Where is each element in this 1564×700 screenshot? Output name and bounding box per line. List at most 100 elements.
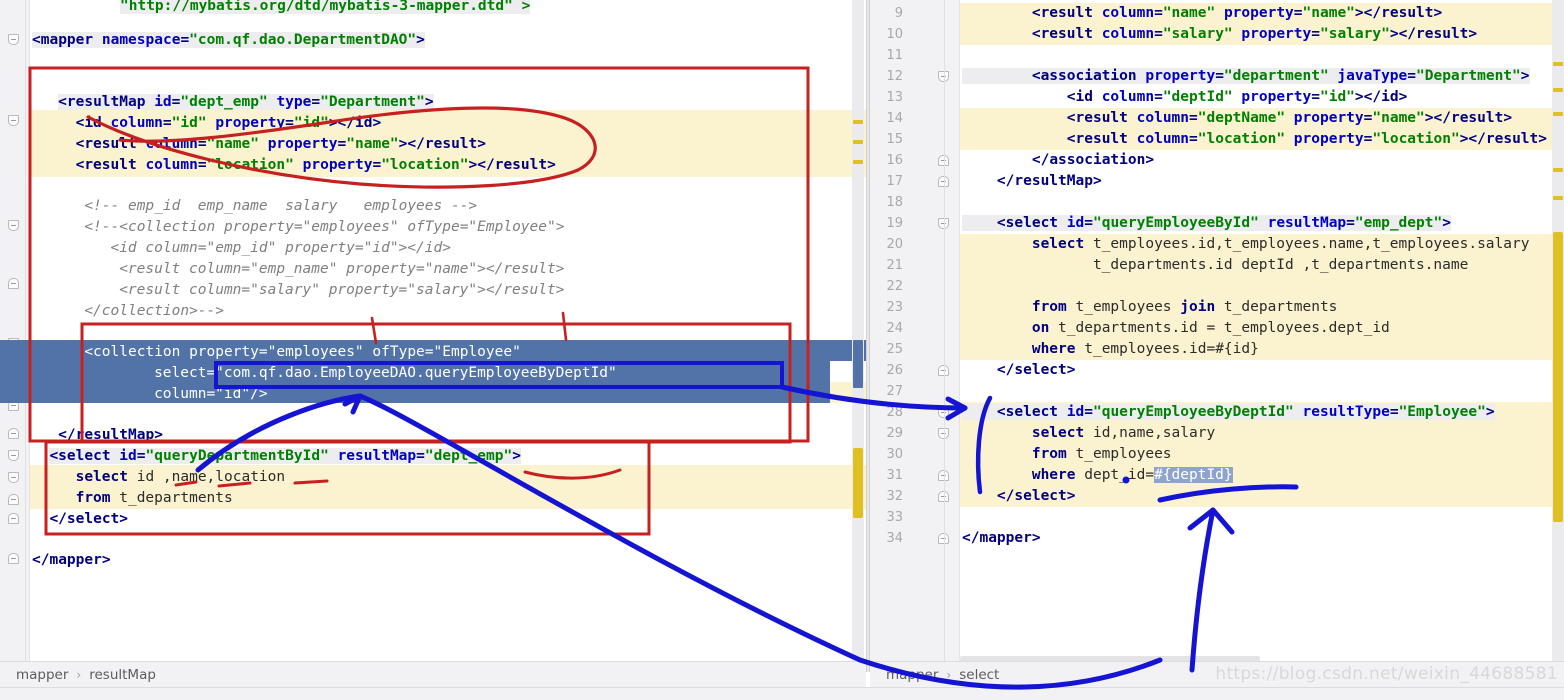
scrollbar-marker[interactable] [853,120,863,124]
scrollbar-marker[interactable] [853,140,863,144]
fold-toggle-icon[interactable] [8,513,19,524]
code-line[interactable]: from t_departments [76,488,233,509]
breadcrumb-leaf[interactable]: select [959,667,999,683]
code-line[interactable]: <id column="id" property="id"></id> [76,113,382,134]
fold-toggle-icon[interactable] [8,450,19,461]
code-line[interactable]: where t_employees.id=#{id} [962,339,1259,360]
code-line[interactable]: from t_employees [962,444,1172,465]
line-number: 22 [886,279,903,294]
scrollbar-marker[interactable] [1553,196,1563,200]
scrollbar-marker[interactable] [853,160,863,164]
left-selection-band [230,382,830,403]
line-number: 33 [886,510,903,525]
line-number: 24 [886,321,903,336]
code-line[interactable]: from t_employees join t_departments [962,297,1338,318]
code-line[interactable]: <result column="deptName" property="name… [962,108,1512,129]
code-line[interactable]: column="id"/> [154,384,268,405]
fold-toggle-icon[interactable] [8,553,19,564]
left-code-area[interactable]: "http://mybatis.org/dtd/mybatis-3-mapper… [0,0,866,672]
code-line[interactable]: "http://mybatis.org/dtd/mybatis-3-mapper… [120,0,531,17]
fold-toggle-icon[interactable] [8,428,19,439]
code-line[interactable]: select id,name,salary [962,423,1215,444]
code-line[interactable]: </association> [962,150,1154,171]
scrollbar-marker[interactable] [1553,62,1563,66]
left-editor-gutter[interactable] [0,0,30,672]
code-line[interactable]: <id column="emp_id" property="id"></id> [110,238,450,259]
code-line[interactable]: <!--<collection property="employees" ofT… [84,217,564,238]
line-number: 12 [886,69,903,84]
code-line[interactable]: where dept_id=#{deptId} [962,465,1233,486]
line-number: 16 [886,153,903,168]
code-line[interactable]: select id ,name,location [76,467,286,488]
code-line[interactable]: <result column="name" property="name"></… [76,134,486,155]
scrollbar-thumb[interactable] [853,448,863,518]
code-line[interactable]: on t_departments.id = t_employees.dept_i… [962,318,1390,339]
left-editor-panel[interactable]: "http://mybatis.org/dtd/mybatis-3-mapper… [0,0,866,672]
left-breadcrumb[interactable]: mapper › resultMap [0,661,866,687]
code-line[interactable]: </mapper> [962,528,1041,549]
breadcrumb-root[interactable]: mapper [16,667,68,683]
fold-toggle-icon[interactable] [8,472,19,483]
fold-toggle-icon[interactable] [8,494,19,505]
code-line[interactable]: </select> [962,360,1076,381]
scrollbar-selection-marker[interactable] [853,340,863,388]
code-line[interactable]: <id column="deptId" property="id"></id> [962,87,1408,108]
code-line[interactable]: <association property="department" javaT… [962,66,1530,87]
line-number: 23 [886,300,903,315]
code-line[interactable]: <result column="location" property="loca… [962,129,1547,150]
code-line[interactable]: </collection>--> [84,301,224,322]
code-line[interactable]: <result column="emp_name" property="name… [119,259,564,280]
code-line[interactable]: <mapper namespace="com.qf.dao.Department… [32,30,425,51]
gutter-guide-line [25,0,26,672]
code-line[interactable]: select t_employees.id,t_employees.name,t… [962,234,1530,255]
right-editor-gutter[interactable]: 9 10 11 12 13 14 15 16 17 18 19 20 21 22 23 24 25 26 27 28 2… [870,0,960,672]
scrollbar-marker[interactable] [1553,168,1563,172]
line-number: 13 [886,90,903,105]
left-scrollbar[interactable] [852,0,864,672]
line-number: 29 [886,426,903,441]
code-line[interactable]: <select id="queryEmployeeByDeptId" resul… [962,402,1495,423]
fold-toggle-icon[interactable] [8,220,19,231]
line-number: 21 [886,258,903,273]
scrollbar-thumb[interactable] [1553,232,1563,522]
status-bar[interactable] [0,687,1564,700]
gutter-guide-line [944,0,945,672]
code-line[interactable]: <result column="salary" property="salary… [962,24,1477,45]
code-line[interactable]: <select id="queryEmployeeById" resultMap… [962,213,1451,234]
breadcrumb-separator-icon: › [76,667,82,682]
right-editor-panel[interactable]: 9 10 11 12 13 14 15 16 17 18 19 20 21 22 23 24 25 26 27 28 2… [870,0,1564,672]
scrollbar-marker[interactable] [1553,112,1563,116]
line-number: 30 [886,447,903,462]
watermark-text: https://blog.csdn.net/weixin_44688581 [1215,664,1558,684]
breadcrumb-root[interactable]: mapper [886,667,938,683]
line-number: 15 [886,132,903,147]
code-line[interactable]: <collection property="employees" ofType=… [84,342,521,363]
code-line[interactable]: <result column="salary" property="salary… [119,280,564,301]
code-line[interactable]: <result column="name" property="name"></… [962,3,1442,24]
code-line[interactable]: </select> [962,486,1076,507]
code-line[interactable]: </resultMap> [58,425,163,446]
code-line[interactable]: </mapper> [32,550,111,571]
scrollbar-marker[interactable] [1553,88,1563,92]
code-line[interactable]: <result column="location" property="loca… [76,155,556,176]
right-scrollbar[interactable] [1552,0,1564,672]
code-line[interactable]: </select> [49,509,128,530]
fold-toggle-icon[interactable] [8,34,19,45]
line-number: 32 [886,489,903,504]
code-line[interactable]: select="com.qf.dao.EmployeeDAO.queryEmpl… [154,363,617,384]
code-line[interactable]: </resultMap> [962,171,1102,192]
line-number: 17 [886,174,903,189]
selected-token[interactable]: #{deptId} [1154,467,1233,483]
fold-toggle-icon[interactable] [8,115,19,126]
line-number: 9 [894,6,903,21]
line-number: 26 [886,363,903,378]
fold-toggle-icon[interactable] [8,278,19,289]
right-code-area[interactable]: <result column="name" property="name"></… [960,0,1564,672]
code-line[interactable]: t_departments.id deptId ,t_departments.n… [962,255,1468,276]
line-number: 18 [886,195,903,210]
breadcrumb-leaf[interactable]: resultMap [89,667,156,683]
code-line[interactable]: <!-- emp_id emp_name salary employees --… [84,196,477,217]
code-line[interactable]: <resultMap id="dept_emp" type="Departmen… [58,92,434,113]
line-number: 31 [886,468,903,483]
code-line[interactable]: <select id="queryDepartmentById" resultM… [49,446,521,467]
